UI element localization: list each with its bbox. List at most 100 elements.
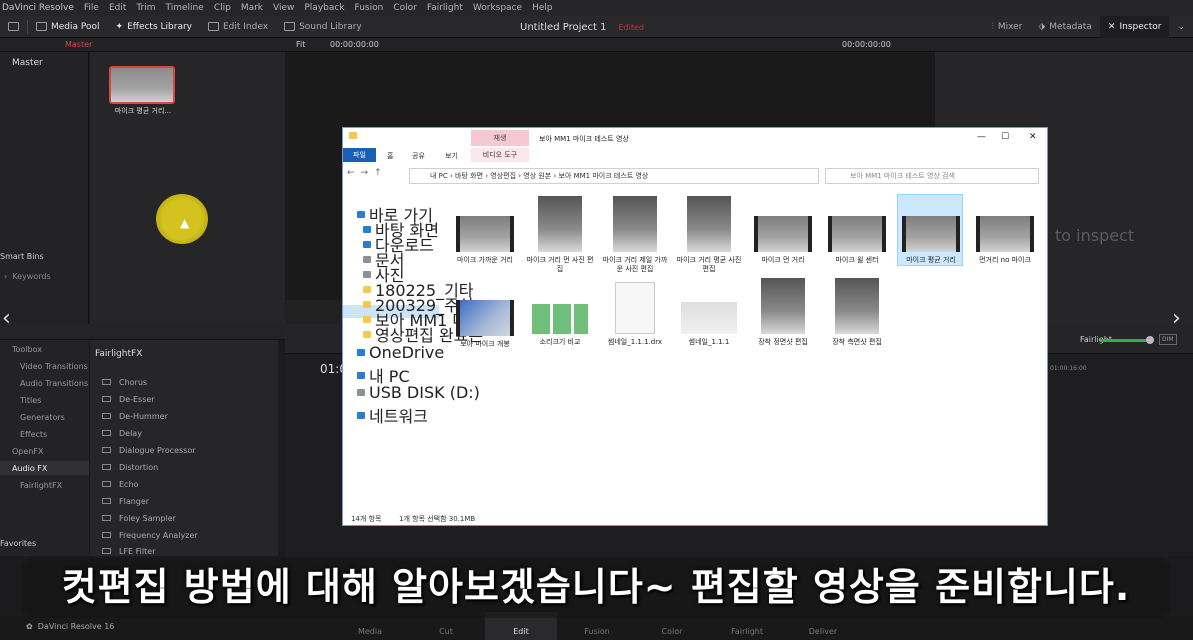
tree-toolbox[interactable]: Toolbox	[12, 345, 42, 354]
file-item[interactable]: 썸네일_1.1.1	[675, 302, 743, 347]
tree-titles[interactable]: Titles	[20, 396, 41, 405]
ribbon-share-tab[interactable]: 공유	[412, 151, 425, 161]
fx-distortion[interactable]: Distortion	[102, 460, 158, 474]
edit-index-button[interactable]: Edit Index	[200, 16, 276, 38]
fx-flanger[interactable]: Flanger	[102, 494, 149, 508]
fx-dialogue-processor[interactable]: Dialogue Processor	[102, 443, 196, 457]
manage-tab[interactable]: 재생	[471, 130, 529, 146]
chevron-left-icon[interactable]: ‹	[2, 306, 11, 331]
keywords-item[interactable]: › Keywords	[4, 272, 51, 281]
tree-audio-fx[interactable]: Audio FX	[12, 464, 47, 473]
mixer-label: Mixer	[997, 22, 1023, 32]
media-pool-button[interactable]: Media Pool	[28, 16, 108, 38]
tree-effects[interactable]: Effects	[20, 430, 47, 439]
expand-button[interactable]: ⌄	[1169, 16, 1193, 38]
tree-video-transitions[interactable]: Video Transitions	[20, 362, 88, 371]
page-cut[interactable]: Cut	[426, 627, 466, 636]
edited-badge: Edited	[618, 22, 645, 32]
volume-knob[interactable]	[1146, 336, 1154, 344]
subtitle-caption: 컷편집 방법에 대해 알아보겠습니다~ 편집할 영상을 준비합니다.	[61, 565, 1131, 609]
address-bar[interactable]: 내 PC › 바탕 화면 › 영상편집 › 영상 원본 › 보아 MM1 마이크…	[409, 168, 819, 184]
metadata-button[interactable]: ⬗ Metadata	[1030, 16, 1100, 38]
chevron-right-icon[interactable]: ›	[1172, 306, 1181, 331]
ribbon-video-tools-tab[interactable]: 비디오 도구	[471, 148, 529, 162]
dim-button[interactable]: DIM	[1159, 334, 1177, 345]
minimize-icon[interactable]: —	[977, 132, 986, 142]
page-fairlight[interactable]: Fairlight	[727, 627, 767, 636]
side-usb-disk[interactable]: USB DISK (D:)	[357, 383, 480, 402]
menu-color[interactable]: Color	[388, 3, 422, 13]
media-pool-icon	[36, 22, 47, 31]
page-deliver[interactable]: Deliver	[803, 627, 843, 636]
sound-library-button[interactable]: Sound Library	[276, 16, 370, 38]
menu-trim[interactable]: Trim	[131, 3, 160, 13]
menu-help[interactable]: Help	[527, 3, 558, 13]
fx-foley-sampler[interactable]: Foley Sampler	[102, 511, 176, 525]
image-thumbnail	[681, 302, 737, 334]
page-fusion[interactable]: Fusion	[577, 627, 617, 636]
menu-fairlight[interactable]: Fairlight	[422, 3, 468, 13]
fx-chorus[interactable]: Chorus	[102, 375, 147, 389]
file-item[interactable]: 장착 정면샷 편집	[749, 278, 817, 347]
file-item[interactable]: 장착 측면샷 편집	[823, 278, 891, 347]
file-item[interactable]: 마이크 윌 센터	[823, 216, 891, 265]
file-item[interactable]: 소리크기 비교	[526, 304, 594, 347]
video-thumbnail	[456, 300, 514, 336]
zoom-fit[interactable]: Fit	[296, 40, 305, 49]
inspector-button[interactable]: ✕ Inspector	[1099, 16, 1170, 38]
menu-playback[interactable]: Playback	[299, 3, 349, 13]
tree-audio-transitions[interactable]: Audio Transitions	[20, 379, 88, 388]
file-item-selected[interactable]: 마이크 평균 거리	[897, 216, 965, 265]
side-network[interactable]: 네트워크	[357, 403, 428, 427]
file-item[interactable]: 마이크 먼 거리	[749, 216, 817, 265]
menu-view[interactable]: View	[268, 3, 299, 13]
fx-delay[interactable]: Delay	[102, 426, 142, 440]
fx-de-esser[interactable]: De-Esser	[102, 392, 155, 406]
app-menu[interactable]: DaVinci Resolve	[0, 3, 79, 13]
menu-bar: DaVinci Resolve File Edit Trim Timeline …	[0, 0, 1193, 16]
fx-frequency-analyzer[interactable]: Frequency Analyzer	[102, 528, 198, 542]
file-name: 장착 측면샷 편집	[832, 338, 882, 346]
fx-echo[interactable]: Echo	[102, 477, 138, 491]
fx-de-hummer[interactable]: De-Hummer	[102, 409, 168, 423]
page-color[interactable]: Color	[652, 627, 692, 636]
menu-timeline[interactable]: Timeline	[161, 3, 209, 13]
file-item[interactable]: 보아 마이크 개봉	[451, 300, 519, 349]
layout-button[interactable]	[0, 16, 27, 38]
tree-fairlightfx[interactable]: FairlightFX	[20, 481, 62, 490]
ribbon-file-tab[interactable]: 파일	[343, 148, 376, 162]
fx-label: Echo	[119, 479, 139, 489]
menu-clip[interactable]: Clip	[209, 3, 236, 13]
file-item[interactable]: 썸네일_1.1.1.drx	[601, 282, 669, 347]
file-name: 보아 마이크 개봉	[460, 340, 510, 348]
search-input[interactable]: 보아 MM1 마이크 테스트 영상 검색	[825, 168, 1039, 184]
side-onedrive[interactable]: OneDrive	[357, 343, 444, 362]
menu-edit[interactable]: Edit	[104, 3, 131, 13]
audio-fx-icon	[102, 396, 111, 402]
menu-workspace[interactable]: Workspace	[468, 3, 527, 13]
tree-openfx[interactable]: OpenFX	[12, 447, 43, 456]
page-edit[interactable]: Edit	[501, 627, 541, 636]
file-item[interactable]: 먼거리 no 마이크	[971, 216, 1039, 265]
menu-file[interactable]: File	[79, 3, 104, 13]
menu-mark[interactable]: Mark	[236, 3, 268, 13]
bin-master[interactable]: Master	[12, 58, 43, 68]
tree-generators[interactable]: Generators	[20, 413, 65, 422]
effects-library-button[interactable]: ✦ Effects Library	[108, 16, 200, 38]
file-item[interactable]: 마이크 거리 먼 사진 편집	[526, 196, 594, 274]
master-bin-label[interactable]: Master	[65, 40, 92, 49]
file-item[interactable]: 마이크 거리 제일 가까운 사진 편집	[601, 196, 669, 274]
maximize-icon[interactable]: ☐	[1001, 132, 1009, 142]
ribbon-home-tab[interactable]: 홈	[387, 151, 393, 161]
file-item[interactable]: 마이크 가까운 거리	[451, 216, 519, 265]
close-icon[interactable]: ✕	[1029, 132, 1037, 142]
volume-slider[interactable]	[1100, 339, 1150, 342]
page-media[interactable]: Media	[350, 627, 390, 636]
clip-thumbnail[interactable]	[109, 66, 175, 104]
nav-arrows[interactable]: ←→↑	[347, 168, 388, 178]
ribbon-view-tab[interactable]: 보기	[445, 151, 458, 161]
menu-fusion[interactable]: Fusion	[350, 3, 389, 13]
file-item[interactable]: 마이크 거리 평균 사진 편집	[675, 196, 743, 274]
mixer-button[interactable]: ⫶ Mixer	[984, 16, 1031, 38]
metadata-label: Metadata	[1049, 22, 1092, 32]
